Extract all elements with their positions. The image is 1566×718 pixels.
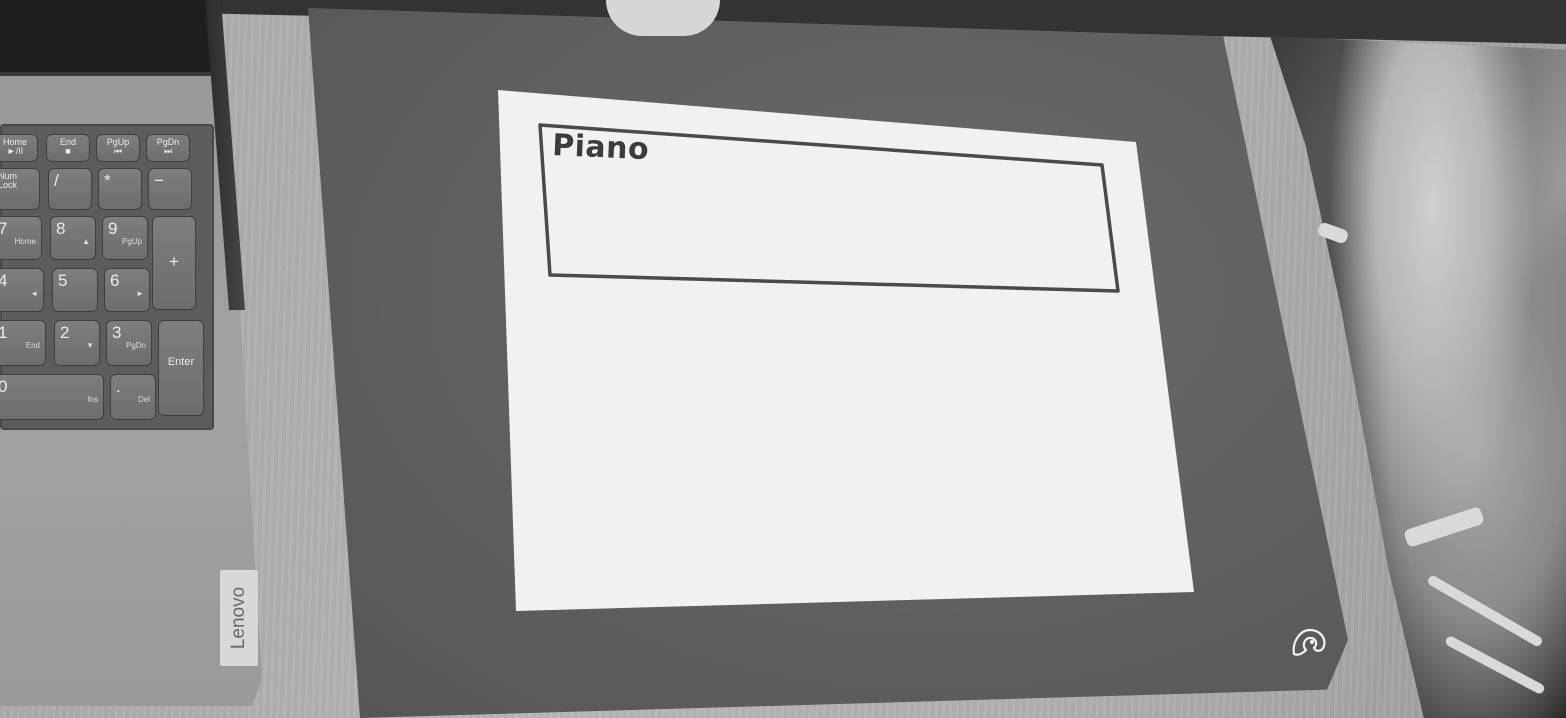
paper-sketch: Piano bbox=[0, 0, 1566, 718]
paper-sheet bbox=[498, 90, 1194, 611]
sketch-title: Piano bbox=[551, 128, 650, 168]
